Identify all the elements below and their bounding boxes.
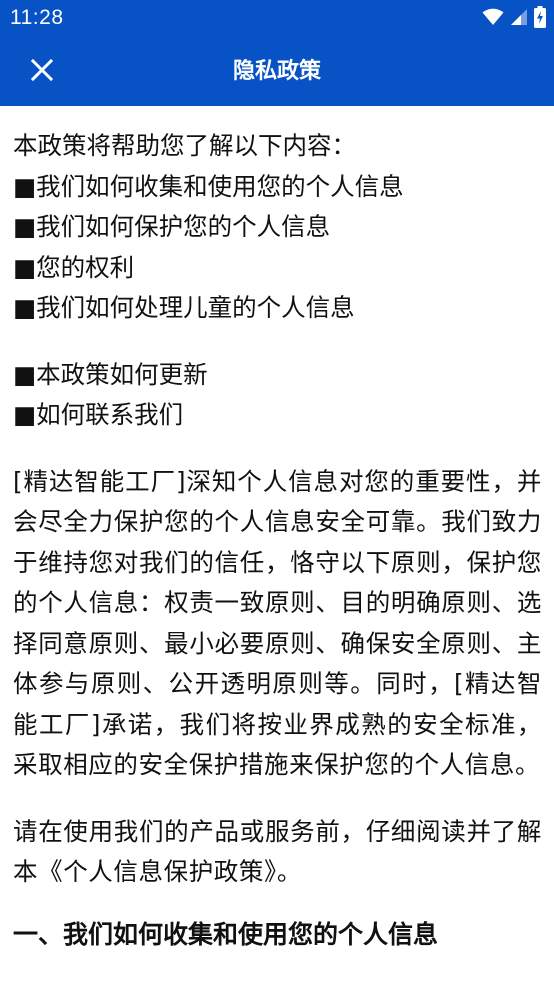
- commitment-paragraph: [精达智能工厂]深知个人信息对您的重要性，并会尽全力保护您的个人信息安全可靠。我…: [13, 466, 542, 780]
- policy-text: 本政策将帮助您了解以下内容： ■我们如何收集和使用您的个人信息 ■我们如何保护您…: [0, 106, 554, 955]
- status-icons: [482, 6, 546, 32]
- read-notice-paragraph: 请在使用我们的产品或服务前，仔细阅读并了解本《个人信息保护政策》。: [13, 816, 542, 887]
- cell-signal-icon: [510, 8, 528, 30]
- status-time: 11:28: [10, 6, 64, 29]
- wifi-icon: [482, 8, 504, 30]
- toc-item: ■我们如何处理儿童的个人信息: [13, 293, 355, 322]
- policy-content[interactable]: 本政策将帮助您了解以下内容： ■我们如何收集和使用您的个人信息 ■我们如何保护您…: [0, 106, 554, 984]
- intro-text: 本政策将帮助您了解以下内容：: [13, 131, 356, 160]
- page-title: 隐私政策: [232, 59, 321, 84]
- toc-item: ■我们如何保护您的个人信息: [13, 212, 331, 241]
- battery-charging-icon: [534, 6, 546, 32]
- section-heading: 一、我们如何收集和使用您的个人信息: [13, 919, 439, 949]
- app-bar: 隐私政策: [0, 38, 554, 106]
- status-bar: 11:28: [0, 0, 554, 38]
- toc-item: ■您的权利: [13, 252, 135, 282]
- toc-item: ■如何联系我们: [13, 400, 184, 429]
- toc-item: ■我们如何收集和使用您的个人信息: [13, 171, 404, 201]
- toc-item: ■本政策如何更新: [13, 359, 208, 389]
